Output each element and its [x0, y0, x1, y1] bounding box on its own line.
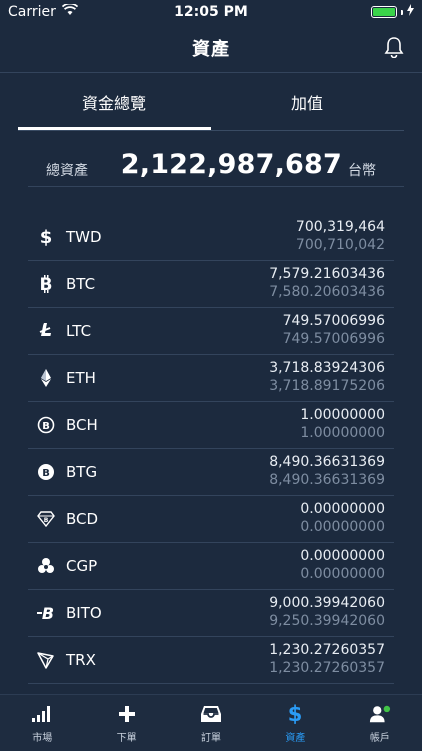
asset-sub-value: 1,230.27260357 [269, 660, 385, 676]
svg-text:B: B [42, 604, 54, 622]
bitcoin-icon: B [36, 274, 56, 294]
asset-value: 7,579.21603436 [269, 266, 385, 282]
asset-sub-value: 8,490.36631369 [269, 472, 385, 488]
tab-label: 下單 [116, 733, 137, 744]
asset-symbol: TRX [66, 651, 96, 669]
tab-overview[interactable]: 資金總覽 [82, 90, 146, 114]
divider [18, 130, 404, 131]
segmented-tabs: 資金總覽 加值 [0, 72, 422, 132]
svg-text:B: B [42, 421, 50, 432]
tab-label: 市場 [32, 733, 53, 744]
currency-unit: 台幣 [348, 163, 376, 179]
svg-text:B: B [42, 468, 50, 479]
asset-sub-value: 700,710,042 [295, 237, 385, 253]
bitcoin-cash-icon: B [36, 415, 56, 435]
bitcoin-gold-icon: B [36, 462, 56, 482]
tab-orders[interactable]: 訂單 [169, 695, 253, 751]
bitcoin-diamond-icon: B [36, 509, 56, 529]
asset-symbol: BCD [66, 510, 99, 528]
asset-row-eth[interactable]: ETH 3,718.83924306 3,718.89175206 [28, 355, 394, 402]
divider [28, 186, 404, 187]
asset-row-btg[interactable]: B BTG 8,490.36631369 8,490.36631369 [28, 449, 394, 496]
asset-sub-value: 7,580.20603436 [269, 284, 385, 300]
svg-text:B: B [44, 517, 49, 524]
battery-icon [371, 6, 397, 18]
tab-order-entry[interactable]: 下單 [84, 695, 168, 751]
market-bars-icon [31, 704, 53, 724]
asset-row-trx[interactable]: TRX 1,230.27260357 1,230.27260357 [28, 637, 394, 684]
litecoin-icon [36, 321, 56, 341]
asset-value: 700,319,464 [295, 219, 385, 235]
asset-row-bch[interactable]: B BCH 1.00000000 1.00000000 [28, 402, 394, 449]
asset-symbol: CGP [66, 557, 98, 575]
status-bar: Carrier 12:05 PM [0, 0, 422, 24]
user-icon [369, 704, 391, 724]
asset-value: 749.57006996 [282, 313, 385, 329]
tab-deposit[interactable]: 加值 [291, 90, 323, 114]
asset-symbol: BTC [66, 275, 96, 293]
asset-row-ltc[interactable]: LTC 749.57006996 749.57006996 [28, 308, 394, 355]
tab-label: 訂單 [201, 733, 222, 744]
asset-symbol: BTG [66, 463, 98, 481]
asset-value: 8,490.36631369 [269, 454, 385, 470]
asset-symbol: ETH [66, 369, 96, 387]
asset-value: 0.00000000 [300, 548, 385, 564]
tab-assets[interactable]: $ 資產 [253, 695, 337, 751]
asset-sub-value: 749.57006996 [282, 331, 385, 347]
asset-row-twd[interactable]: $ TWD 700,319,464 700,710,042 [28, 214, 394, 261]
tron-icon [36, 650, 56, 670]
total-label: 總資產 [46, 163, 88, 179]
page-title: 資產 [192, 39, 230, 60]
asset-sub-value: 9,250.39942060 [269, 613, 385, 629]
asset-row-bcd[interactable]: B BCD 0.00000000 0.00000000 [28, 496, 394, 543]
asset-symbol: BCH [66, 416, 98, 434]
inbox-icon [200, 704, 222, 724]
asset-value: 0.00000000 [300, 501, 385, 517]
asset-sub-value: 1.00000000 [300, 425, 385, 441]
asset-sub-value: 0.00000000 [300, 566, 385, 582]
clock: 12:05 PM [174, 4, 248, 20]
asset-row-cgp[interactable]: CGP 0.00000000 0.00000000 [28, 543, 394, 590]
asset-value: 3,718.83924306 [269, 360, 385, 376]
total-amount: 2,122,987,687 [120, 149, 342, 180]
asset-symbol: LTC [66, 322, 92, 340]
dollar-icon: $ [284, 703, 306, 725]
asset-sub-value: 0.00000000 [300, 519, 385, 535]
bito-icon: B [36, 603, 56, 623]
bottom-tab-bar: 市場 下單 訂單 $ 資產 帳戶 [0, 694, 422, 751]
svg-text:$: $ [40, 227, 53, 247]
tab-account[interactable]: 帳戶 [338, 695, 422, 751]
svg-text:B: B [40, 275, 53, 294]
asset-value: 1.00000000 [300, 407, 385, 423]
bell-icon[interactable] [384, 36, 404, 62]
asset-list: $ TWD 700,319,464 700,710,042 B BTC 7,57… [28, 214, 394, 684]
tab-label: 帳戶 [369, 733, 390, 744]
tab-market[interactable]: 市場 [0, 695, 84, 751]
asset-value: 1,230.27260357 [269, 642, 385, 658]
asset-value: 9,000.39942060 [269, 595, 385, 611]
cgp-icon [36, 556, 56, 576]
tab-label: 資產 [285, 733, 306, 744]
plus-icon [116, 704, 138, 724]
asset-symbol: TWD [66, 228, 102, 246]
nav-bar: 資產 [0, 24, 422, 73]
asset-row-bito[interactable]: B BITO 9,000.39942060 9,250.39942060 [28, 590, 394, 637]
svg-text:$: $ [288, 703, 303, 725]
asset-sub-value: 3,718.89175206 [269, 378, 385, 394]
ethereum-icon [36, 368, 56, 388]
total-assets: 總資產 2,122,987,687 台幣 [0, 140, 422, 188]
asset-symbol: BITO [66, 604, 102, 622]
dollar-icon: $ [36, 227, 56, 247]
asset-row-btc[interactable]: B BTC 7,579.21603436 7,580.20603436 [28, 261, 394, 308]
